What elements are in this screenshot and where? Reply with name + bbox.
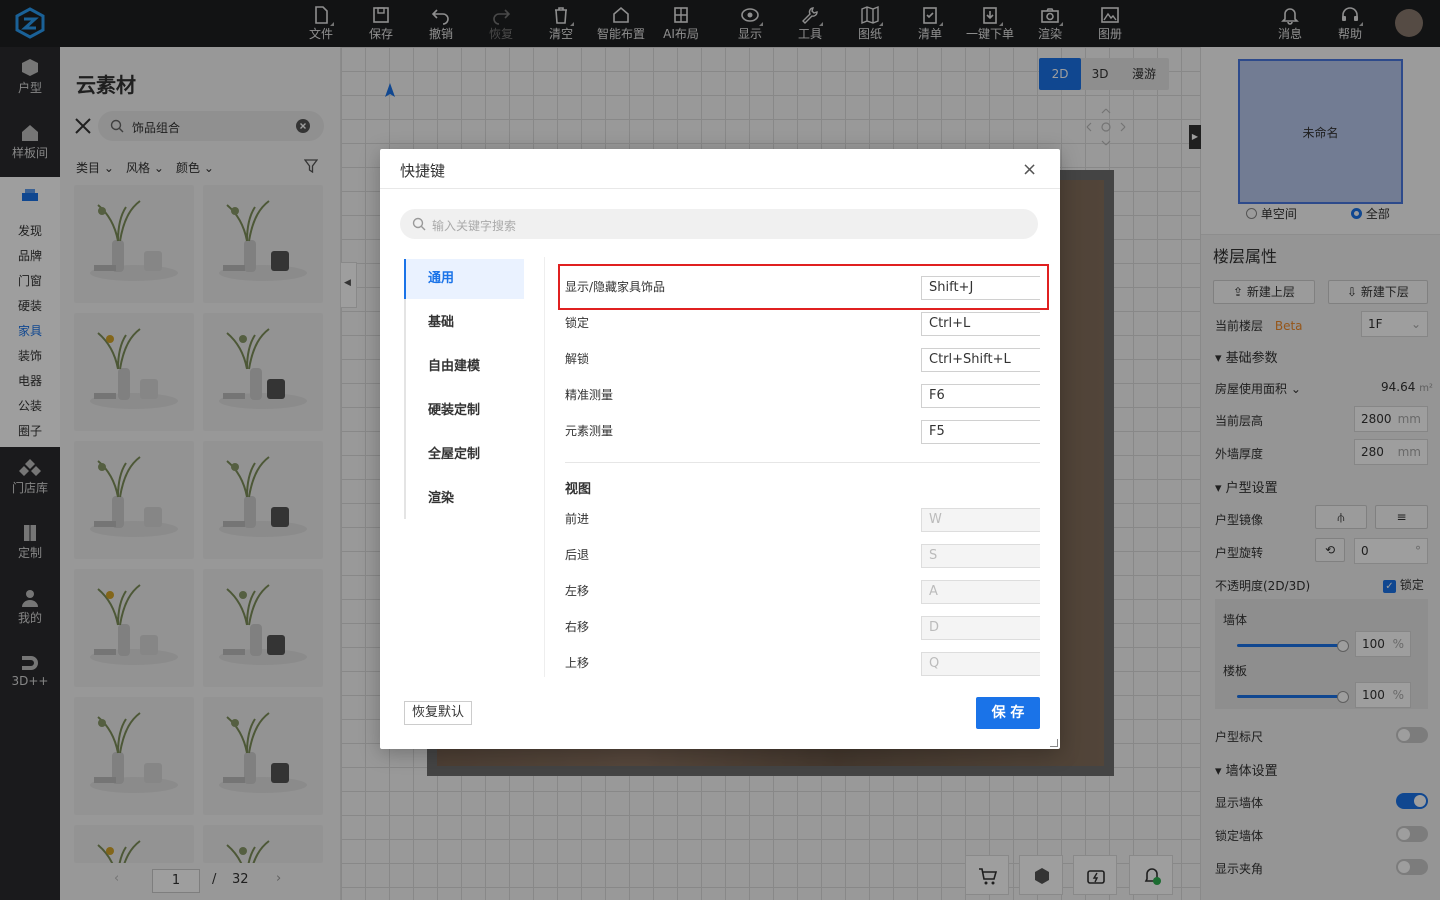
shortcut-key-input[interactable]: Ctrl+L — [921, 312, 1040, 336]
shortcut-key-input[interactable]: F5 — [921, 420, 1040, 444]
shortcut-label: 上移 — [565, 656, 590, 670]
resize-handle-icon[interactable] — [1050, 739, 1058, 747]
category-free-modeling[interactable]: 自由建模 — [406, 347, 526, 387]
shortcut-key-input[interactable]: Ctrl+Shift+L — [921, 348, 1040, 372]
shortcut-dialog: 快捷键 × 输入关键字搜索 通用 基础 自由建模 硬装定制 全屋定制 渲染 显示… — [380, 149, 1060, 749]
shortcut-label: 左移 — [565, 584, 590, 598]
category-hard-custom[interactable]: 硬装定制 — [406, 391, 526, 431]
shortcut-key-input: Q — [921, 652, 1040, 676]
shortcut-list: 显示/隐藏家具饰品 Shift+J 锁定 Ctrl+L 解锁 Ctrl+Shif… — [544, 257, 1040, 677]
shortcut-key-input[interactable]: F6 — [921, 384, 1040, 408]
reset-default-button[interactable]: 恢复默认 — [404, 701, 473, 725]
shortcut-search-input[interactable]: 输入关键字搜索 — [400, 209, 1038, 239]
shortcut-label: 右移 — [565, 620, 590, 634]
shortcut-label: 后退 — [565, 548, 590, 562]
search-icon — [412, 217, 426, 231]
highlight-box — [558, 264, 1049, 310]
shortcut-key-input: W — [921, 508, 1040, 532]
shortcut-label: 前进 — [565, 512, 590, 526]
search-placeholder: 输入关键字搜索 — [432, 219, 517, 233]
category-whole-house[interactable]: 全屋定制 — [406, 435, 526, 475]
shortcut-label: 精准测量 — [565, 388, 614, 402]
shortcut-key-input: D — [921, 616, 1040, 640]
shortcut-key-input: S — [921, 544, 1040, 568]
category-basic[interactable]: 基础 — [406, 303, 526, 343]
dialog-title: 快捷键 — [400, 162, 446, 180]
shortcut-key-input: A — [921, 580, 1040, 604]
category-render[interactable]: 渲染 — [406, 479, 526, 519]
shortcut-label: 元素测量 — [565, 424, 614, 438]
category-general[interactable]: 通用 — [404, 259, 524, 299]
shortcut-label: 解锁 — [565, 352, 590, 366]
dialog-close-icon[interactable]: × — [1022, 159, 1037, 180]
save-button[interactable]: 保 存 — [976, 697, 1040, 729]
shortcut-label: 锁定 — [565, 316, 590, 330]
shortcut-category-list: 通用 基础 自由建模 硬装定制 全屋定制 渲染 — [404, 259, 524, 519]
view-section-heading: 视图 — [565, 482, 592, 497]
